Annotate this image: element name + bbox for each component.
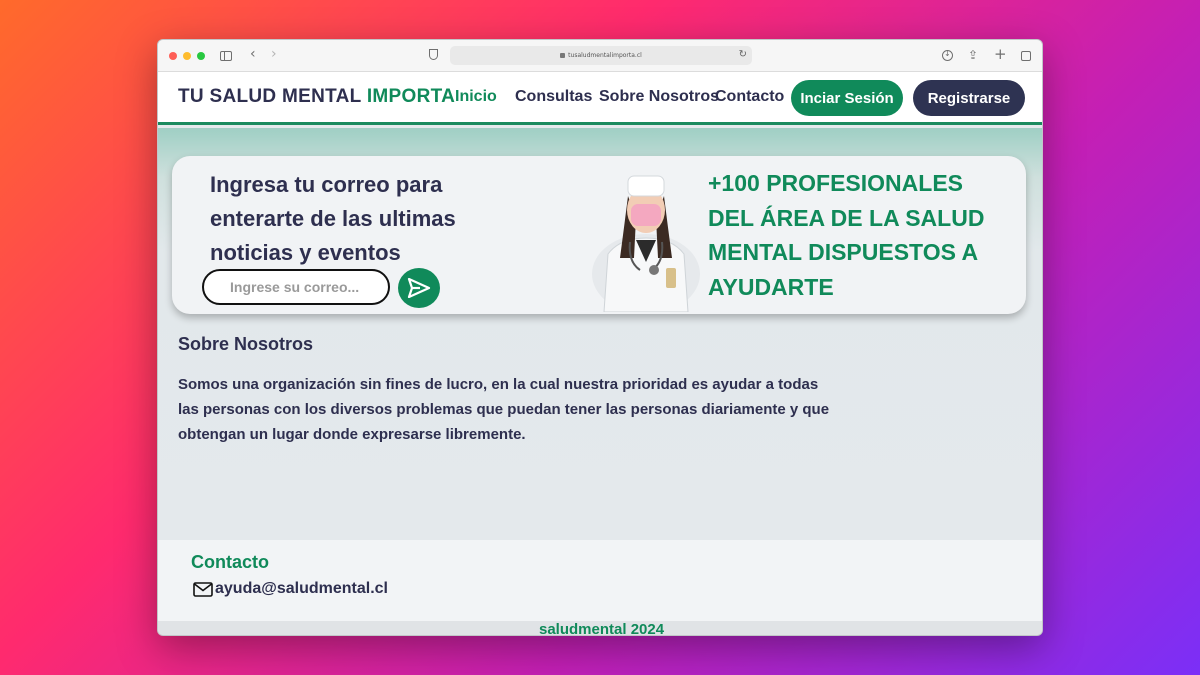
site-header: TU SALUD MENTAL IMPORTA Inicio Consultas… (158, 72, 1042, 125)
back-arrow-icon[interactable]: ‹ (250, 47, 256, 61)
about-text: Somos una organización sin fines de lucr… (178, 376, 830, 443)
sidebar-toggle-icon[interactable] (220, 51, 232, 61)
nav-link-sobre-nosotros[interactable]: Sobre Nosotros (599, 88, 719, 106)
site-logo[interactable]: TU SALUD MENTAL IMPORTA (178, 86, 455, 108)
about-title: Sobre Nosotros (178, 334, 314, 354)
newsletter-prompt: Ingresa tu correo para enterarte de las … (210, 172, 456, 265)
newsletter-hero: Ingresa tu correo para enterarte de las … (172, 156, 1026, 314)
contact-title: Contacto (191, 552, 269, 572)
contact-email-row[interactable]: ayuda@saludmental.cl (193, 580, 388, 598)
register-button[interactable]: Registrarse (913, 80, 1025, 116)
address-url: tusaludmentalimporta.cl (568, 52, 642, 59)
reload-icon[interactable]: ↻ (739, 49, 747, 60)
mail-icon (193, 581, 213, 597)
newsletter-email-input[interactable] (202, 269, 390, 305)
copyright-text: saludmental 2024 (539, 621, 665, 636)
newsletter-send-button[interactable] (398, 268, 440, 308)
browser-window: ‹ › tusaludmentalimporta.cl ↻ ⇪ + TU SAL… (157, 39, 1043, 636)
window-controls (169, 51, 205, 60)
copyright-bar: saludmental 2024 (158, 621, 1042, 636)
address-bar[interactable]: tusaludmentalimporta.cl ↻ (450, 46, 752, 65)
nav-link-inicio[interactable]: Inicio (455, 88, 497, 106)
hero-headline: +100 PROFESIONALES DEL ÁREA DE LA SALUD … (708, 170, 985, 300)
contact-email[interactable]: ayuda@saludmental.cl (215, 580, 388, 598)
main-content: Ingresa tu correo para enterarte de las … (158, 128, 1042, 540)
nav-link-contacto[interactable]: Contacto (715, 88, 784, 106)
lock-icon (560, 53, 566, 58)
site-footer: Contacto ayuda@saludmental.cl (158, 540, 1042, 621)
logo-text: TU SALUD MENTAL (178, 86, 367, 107)
new-tab-icon[interactable]: + (994, 45, 1007, 63)
share-icon[interactable]: ⇪ (968, 48, 978, 62)
doctor-illustration (592, 175, 700, 312)
tab-overview-icon[interactable] (1021, 51, 1031, 61)
logo-highlight: IMPORTA (366, 86, 456, 107)
forward-arrow-icon[interactable]: › (271, 47, 277, 61)
privacy-shield-icon[interactable] (429, 49, 438, 60)
send-icon (407, 278, 431, 298)
login-button[interactable]: Inciar Sesión (791, 80, 903, 116)
close-window-button[interactable] (169, 51, 177, 60)
minimize-window-button[interactable] (183, 51, 191, 60)
browser-toolbar: ‹ › tusaludmentalimporta.cl ↻ ⇪ + (158, 40, 1042, 72)
zoom-window-button[interactable] (197, 51, 205, 60)
downloads-icon[interactable] (942, 49, 953, 61)
nav-link-consultas[interactable]: Consultas (515, 88, 592, 106)
